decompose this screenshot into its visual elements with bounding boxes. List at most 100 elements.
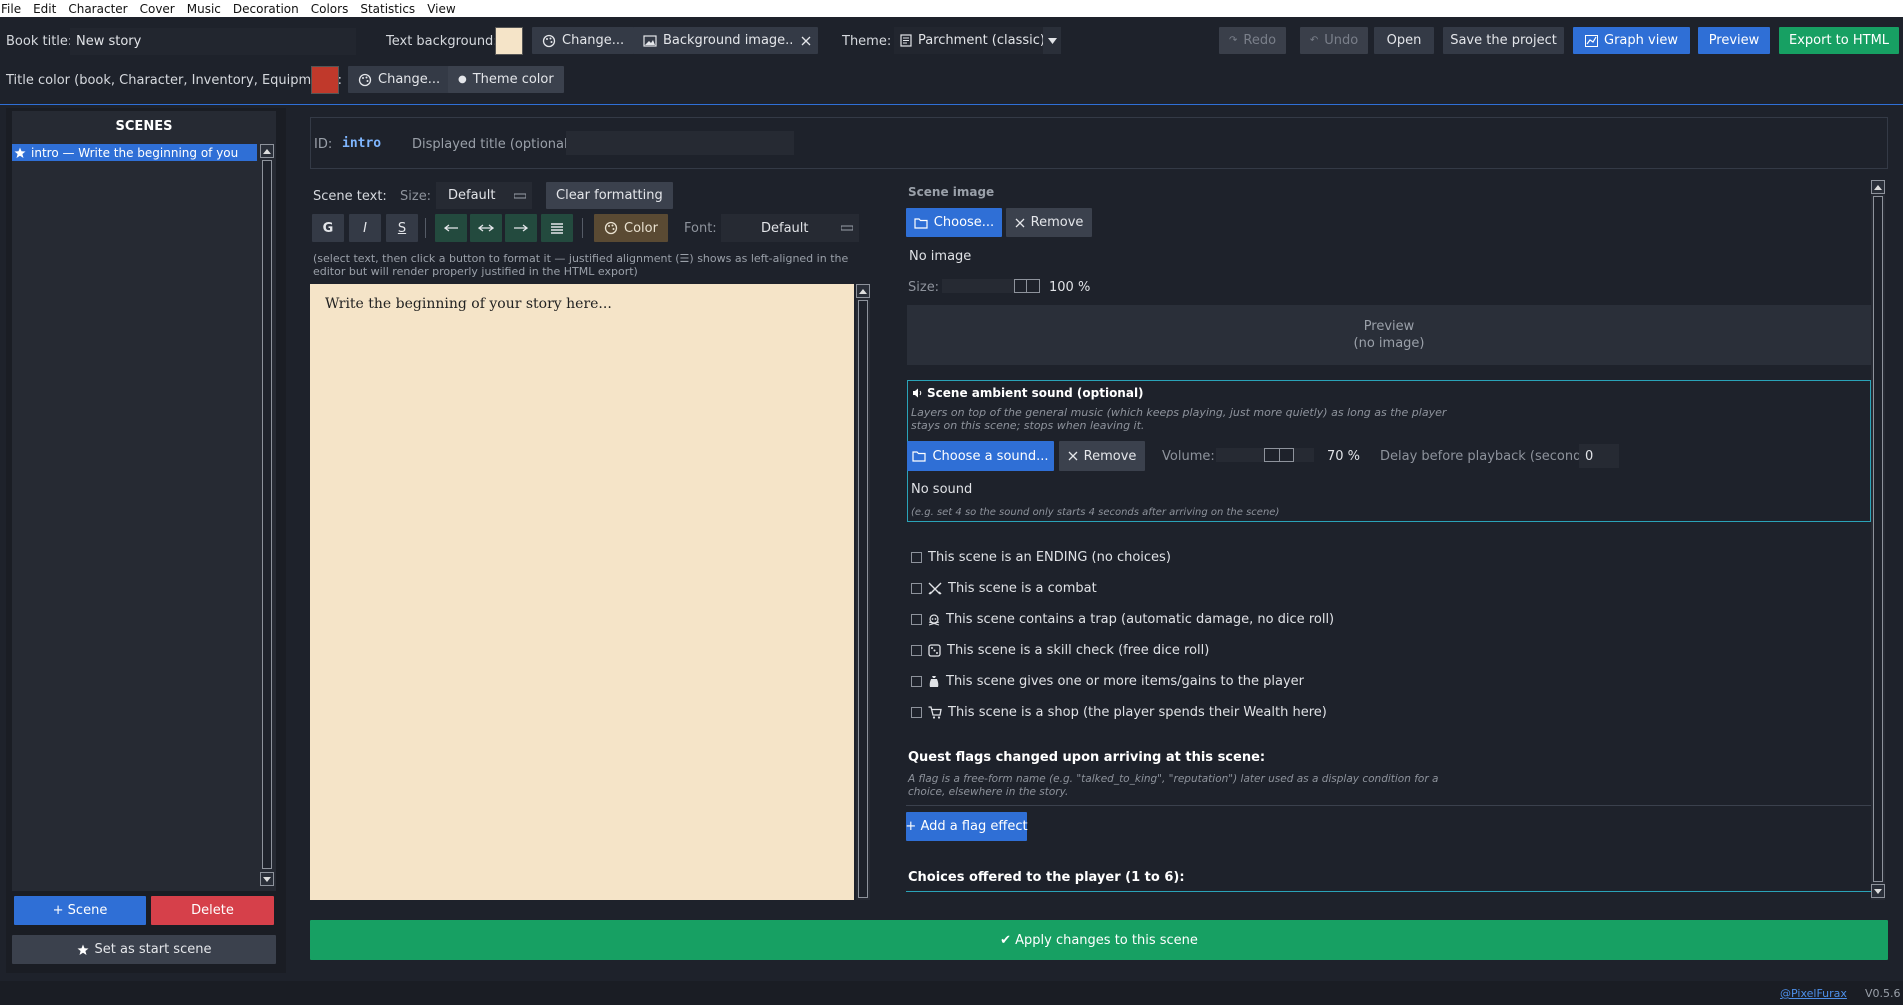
close-icon: [801, 36, 811, 46]
text-background-swatch[interactable]: [495, 27, 523, 55]
choices-title: Choices offered to the player (1 to 6):: [908, 870, 1185, 885]
size-select[interactable]: Default: [436, 182, 532, 209]
scene-id-value: intro: [342, 136, 382, 151]
volume-slider[interactable]: [1216, 448, 1314, 462]
align-right-button[interactable]: [505, 214, 537, 242]
clear-formatting-button[interactable]: Clear formatting: [546, 182, 673, 209]
skill-check-checkbox-row[interactable]: This scene is a skill check (free dice r…: [911, 643, 1209, 658]
change-label: Change...: [378, 72, 441, 87]
delete-scene-button[interactable]: Delete: [151, 896, 274, 925]
book-title-input[interactable]: New story: [70, 28, 356, 55]
export-html-button[interactable]: Export to HTML: [1779, 27, 1899, 54]
menu-cover[interactable]: Cover: [140, 2, 181, 16]
shop-checkbox-label: This scene is a shop (the player spends …: [948, 705, 1327, 720]
title-color-label: Title color (book, Character, Inventory,…: [6, 73, 342, 88]
align-left-button[interactable]: [435, 214, 467, 242]
scroll-thumb[interactable]: [262, 160, 272, 869]
title-color-swatch[interactable]: [311, 66, 339, 94]
clear-background-image-button[interactable]: [794, 27, 818, 54]
folder-icon: [912, 450, 927, 462]
slider-handle[interactable]: [1014, 279, 1040, 293]
choose-sound-button[interactable]: Choose a sound...: [907, 441, 1054, 471]
add-scene-button[interactable]: + Scene: [14, 896, 146, 925]
background-image-label: Background image...: [663, 33, 798, 48]
shop-checkbox-row[interactable]: This scene is a shop (the player spends …: [911, 705, 1327, 720]
preview-button[interactable]: Preview: [1698, 27, 1770, 54]
combat-checkbox[interactable]: [911, 583, 922, 594]
redo-icon: ↷: [1228, 35, 1238, 46]
ending-checkbox[interactable]: [911, 552, 922, 563]
skill-check-checkbox[interactable]: [911, 645, 922, 656]
right-panel-scrollbar[interactable]: [1871, 180, 1885, 900]
displayed-title-input[interactable]: [566, 131, 794, 155]
scroll-thumb[interactable]: [858, 300, 868, 898]
menu-decoration[interactable]: Decoration: [233, 2, 305, 16]
add-flag-effect-button[interactable]: + Add a flag effect: [905, 812, 1028, 841]
menu-colors[interactable]: Colors: [311, 2, 355, 16]
trap-checkbox[interactable]: [911, 614, 922, 625]
text-editor-scrollbar[interactable]: [856, 284, 870, 900]
menu-music[interactable]: Music: [187, 2, 227, 16]
italic-button[interactable]: I: [349, 214, 381, 242]
justify-icon: [551, 222, 563, 234]
trap-checkbox-row[interactable]: This scene contains a trap (automatic da…: [911, 612, 1334, 627]
scroll-thumb[interactable]: [1873, 196, 1883, 882]
scroll-up-arrow[interactable]: [1871, 180, 1885, 194]
image-size-slider[interactable]: [942, 279, 1040, 293]
redo-button[interactable]: ↷ Redo: [1219, 27, 1286, 54]
change-text-background-button[interactable]: Change...: [532, 27, 635, 54]
theme-dropdown-arrow[interactable]: [1043, 27, 1061, 54]
theme-color-button[interactable]: ● Theme color: [448, 66, 564, 93]
menu-statistics[interactable]: Statistics: [360, 2, 421, 16]
items-checkbox-row[interactable]: This scene gives one or more items/gains…: [911, 674, 1304, 689]
scenes-scrollbar[interactable]: [260, 144, 274, 887]
credit-link[interactable]: @PixelFurax: [1780, 987, 1847, 1000]
align-justify-button[interactable]: [541, 214, 573, 242]
strikethrough-button[interactable]: S: [386, 214, 418, 242]
font-select[interactable]: Default: [721, 214, 859, 242]
image-icon: [643, 34, 657, 47]
scene-list-item[interactable]: intro — Write the beginning of you: [12, 144, 257, 161]
items-checkbox[interactable]: [911, 676, 922, 687]
arrow-right-icon: [514, 224, 528, 232]
background-image-button[interactable]: Background image...: [633, 27, 808, 54]
arrows-horizontal-icon: [478, 224, 494, 232]
choose-image-button[interactable]: Choose...: [906, 208, 1002, 237]
choices-divider: [906, 891, 1872, 892]
combat-checkbox-row[interactable]: This scene is a combat: [911, 581, 1097, 596]
align-center-button[interactable]: [470, 214, 502, 242]
save-project-button[interactable]: Save the project: [1443, 27, 1564, 54]
shop-checkbox[interactable]: [911, 707, 922, 718]
menu-character[interactable]: Character: [68, 2, 133, 16]
scroll-down-arrow[interactable]: [1871, 884, 1885, 898]
theme-select[interactable]: Parchment (classic): [894, 27, 1060, 54]
open-button[interactable]: Open: [1374, 27, 1434, 54]
undo-label: Undo: [1324, 33, 1359, 48]
sound-status: No sound: [911, 482, 973, 497]
graph-view-button[interactable]: Graph view: [1573, 27, 1690, 54]
scene-text-editor[interactable]: Write the beginning of your story here..…: [310, 284, 854, 900]
change-label: Change...: [562, 33, 625, 48]
scroll-up-arrow[interactable]: [856, 284, 870, 298]
color-button[interactable]: Color: [594, 214, 668, 242]
set-start-scene-button[interactable]: Set as start scene: [12, 935, 276, 964]
drop-icon: ●: [458, 74, 467, 85]
ending-checkbox-row[interactable]: This scene is an ENDING (no choices): [911, 550, 1171, 565]
menu-edit[interactable]: Edit: [33, 2, 62, 16]
menu-view[interactable]: View: [427, 2, 461, 16]
text-background-label: Text background:: [386, 34, 498, 49]
remove-sound-button[interactable]: Remove: [1059, 441, 1145, 471]
remove-sound-label: Remove: [1083, 448, 1137, 464]
scroll-down-arrow[interactable]: [260, 872, 274, 886]
change-title-color-button[interactable]: Change...: [348, 66, 451, 93]
scroll-up-arrow[interactable]: [260, 144, 274, 158]
bold-button[interactable]: G: [312, 214, 344, 242]
apply-changes-button[interactable]: ✔ Apply changes to this scene: [310, 920, 1888, 960]
dice-icon: [928, 644, 941, 657]
slider-handle[interactable]: [1264, 448, 1294, 462]
menu-file[interactable]: File: [0, 2, 27, 16]
remove-image-button[interactable]: Remove: [1006, 208, 1092, 237]
delay-input[interactable]: 0: [1579, 444, 1619, 468]
volume-label: Volume:: [1162, 449, 1215, 464]
undo-button[interactable]: ↶ Undo: [1300, 27, 1368, 54]
